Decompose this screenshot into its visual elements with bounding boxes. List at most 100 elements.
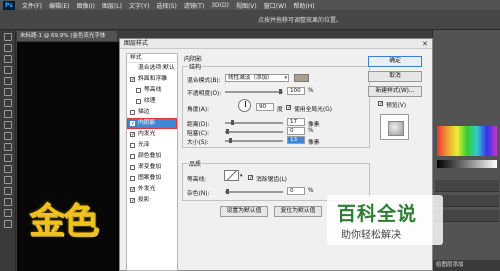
- crop-tool-icon[interactable]: [4, 77, 12, 85]
- style-preview-thumbnail: [380, 114, 409, 140]
- close-icon[interactable]: ✕: [422, 39, 428, 49]
- style-list-item[interactable]: ✓ 内阴影: [127, 118, 177, 129]
- gray-ramp[interactable]: [437, 160, 497, 168]
- marquee-tool-icon[interactable]: [4, 44, 12, 52]
- checked-checkbox[interactable]: ✓: [130, 77, 135, 83]
- chevron-down-icon[interactable]: ▾: [240, 173, 243, 179]
- style-list-item[interactable]: 渐变叠加: [127, 162, 177, 173]
- size-slider-thumb[interactable]: [228, 138, 232, 143]
- menu-select[interactable]: 选择(S): [156, 1, 177, 10]
- style-list-item[interactable]: 纹理: [127, 96, 177, 107]
- shadow-color-swatch[interactable]: [294, 74, 309, 82]
- style-list-item[interactable]: ✓ 内发光: [127, 129, 177, 140]
- contour-picker[interactable]: [224, 170, 239, 181]
- menu-image[interactable]: 图像(I): [77, 1, 95, 10]
- gradient-tool-icon[interactable]: [4, 154, 12, 162]
- menu-help[interactable]: 帮助(H): [293, 1, 314, 10]
- checkbox[interactable]: [136, 88, 141, 93]
- angle-dial[interactable]: [238, 99, 251, 112]
- checked-checkbox[interactable]: ✓: [130, 187, 135, 193]
- noise-slider-thumb[interactable]: [226, 189, 229, 194]
- style-list-item[interactable]: ✓ 斜面和浮雕: [127, 74, 177, 85]
- distance-slider[interactable]: [225, 120, 283, 125]
- style-list-item-label: 外发光: [138, 186, 156, 192]
- layer-row[interactable]: [435, 210, 499, 222]
- opacity-input[interactable]: 100: [287, 87, 305, 95]
- distance-slider-thumb[interactable]: [231, 120, 235, 125]
- dialog-title: 图层样式: [124, 40, 149, 47]
- choke-input[interactable]: 0: [287, 127, 305, 135]
- blend-mode-select[interactable]: 线性减淡（添加）: [225, 74, 289, 82]
- preview-checkbox[interactable]: ✓: [378, 101, 383, 107]
- choke-label: 阻塞(C):: [187, 131, 210, 137]
- blur-tool-icon[interactable]: [4, 165, 12, 173]
- lasso-tool-icon[interactable]: [4, 55, 12, 63]
- menu-3d[interactable]: 3D(D): [211, 2, 229, 9]
- set-default-button[interactable]: 设置为默认值: [220, 206, 268, 217]
- pen-tool-icon[interactable]: [4, 187, 12, 195]
- noise-input[interactable]: 0: [287, 187, 305, 195]
- style-list-item[interactable]: 光泽: [127, 140, 177, 151]
- history-brush-tool-icon[interactable]: [4, 132, 12, 140]
- opacity-slider-thumb[interactable]: [279, 89, 282, 94]
- type-tool-icon[interactable]: [4, 198, 12, 206]
- menu-window[interactable]: 窗口(W): [264, 1, 287, 10]
- menu-view[interactable]: 视图(V): [236, 1, 257, 10]
- menu-filter[interactable]: 滤镜(T): [184, 1, 204, 10]
- path-select-tool-icon[interactable]: [4, 209, 12, 217]
- distance-input[interactable]: 17: [287, 118, 305, 126]
- style-list-item-label: 图案叠加: [138, 175, 162, 181]
- quick-select-tool-icon[interactable]: [4, 66, 12, 74]
- checked-checkbox[interactable]: ✓: [130, 132, 135, 138]
- dodge-tool-icon[interactable]: [4, 176, 12, 184]
- shape-tool-icon[interactable]: [4, 220, 12, 228]
- size-input[interactable]: 13: [287, 136, 305, 144]
- menu-edit[interactable]: 编辑(E): [49, 1, 69, 10]
- healing-tool-icon[interactable]: [4, 99, 12, 107]
- style-list-item[interactable]: 等高线: [127, 85, 177, 96]
- swatches-panel[interactable]: [437, 126, 497, 156]
- checkbox[interactable]: [130, 165, 135, 170]
- style-list-item[interactable]: 描边: [127, 107, 177, 118]
- move-tool-icon[interactable]: [4, 33, 12, 41]
- size-slider[interactable]: [225, 138, 283, 143]
- opacity-slider[interactable]: [225, 89, 283, 94]
- style-list-item-label: 纹理: [144, 98, 156, 104]
- document-canvas[interactable]: 金色: [17, 42, 122, 271]
- ok-button[interactable]: 确定: [368, 56, 422, 67]
- brush-tool-icon[interactable]: [4, 110, 12, 118]
- antialias-checkbox[interactable]: ✓: [248, 175, 253, 181]
- style-list-item[interactable]: 颜色叠加: [127, 151, 177, 162]
- menu-type[interactable]: 文字(Y): [129, 1, 149, 10]
- checkbox[interactable]: [130, 154, 135, 159]
- choke-slider-thumb[interactable]: [226, 129, 229, 134]
- checkbox[interactable]: [130, 176, 135, 181]
- style-list-item[interactable]: ✓ 外发光: [127, 184, 177, 195]
- new-style-button[interactable]: 新建样式(W)...: [368, 86, 422, 97]
- styles-list: 样式 混合选项:默认 ✓ 斜面和浮雕 等高线 纹理 描边 ✓ 内阴影 ✓ 内发光 光泽 颜色叠加 渐变叠…: [126, 53, 178, 271]
- menu-layer[interactable]: 图层(L): [102, 1, 122, 10]
- style-list-item[interactable]: ✓ 投影: [127, 195, 177, 206]
- layer-row[interactable]: [435, 195, 499, 207]
- style-list-item[interactable]: 图案叠加: [127, 173, 177, 184]
- eraser-tool-icon[interactable]: [4, 143, 12, 151]
- checkbox[interactable]: [130, 143, 135, 148]
- angle-input[interactable]: 90: [256, 103, 274, 111]
- stamp-tool-icon[interactable]: [4, 121, 12, 129]
- reset-default-button[interactable]: 复位为默认值: [274, 206, 322, 217]
- eyedropper-tool-icon[interactable]: [4, 88, 12, 96]
- checked-checkbox[interactable]: ✓: [130, 198, 135, 204]
- choke-slider[interactable]: [225, 129, 283, 134]
- noise-slider[interactable]: [225, 189, 283, 194]
- layer-row[interactable]: [435, 180, 499, 192]
- cancel-button[interactable]: 取消: [368, 71, 422, 82]
- document-tab[interactable]: 未标题-1 @ 69.9% (金色流光字体: [17, 31, 117, 41]
- menu-file[interactable]: 文件(F): [22, 1, 42, 10]
- checked-checkbox[interactable]: ✓: [130, 121, 135, 127]
- global-light-checkbox[interactable]: ✓: [286, 105, 291, 111]
- style-list-item[interactable]: 混合选项:默认: [127, 63, 177, 74]
- layers-status: 给图层添加: [432, 260, 500, 271]
- checkbox[interactable]: [136, 99, 141, 104]
- checkbox[interactable]: [130, 110, 135, 115]
- style-list-item-label: 内发光: [138, 131, 156, 137]
